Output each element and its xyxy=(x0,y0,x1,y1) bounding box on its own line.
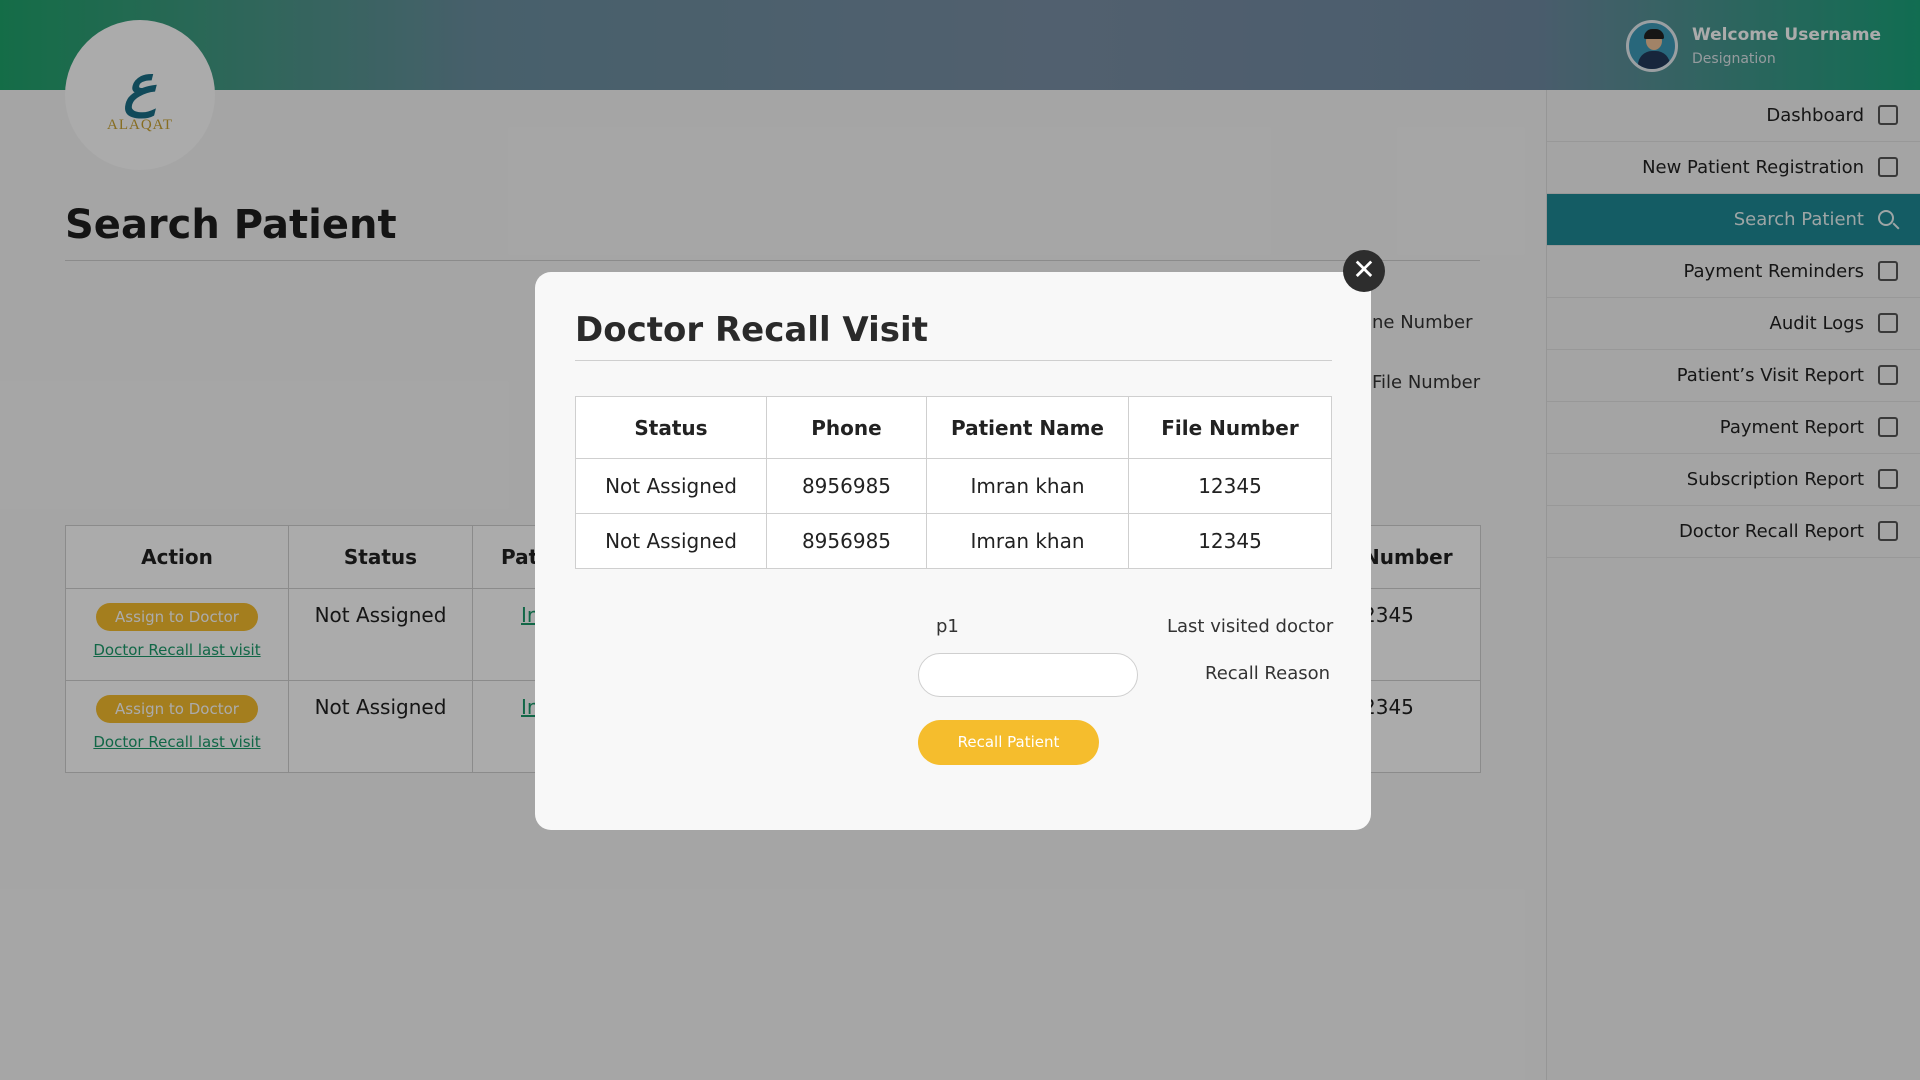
table-row[interactable]: Not Assigned 8956985 Imran khan 12345 xyxy=(575,458,1332,514)
close-icon[interactable]: ✕ xyxy=(1343,250,1385,292)
last-visited-doctor-label: Last visited doctor xyxy=(1167,616,1334,637)
modal-divider xyxy=(575,360,1332,361)
recall-reason-label: Recall Reason xyxy=(1205,663,1331,684)
column-header-patient-name: Patient Name xyxy=(926,396,1129,459)
column-header-file-number: File Number xyxy=(1128,396,1332,459)
table-row[interactable]: Not Assigned 8956985 Imran khan 12345 xyxy=(575,513,1332,569)
file-number-cell: 12345 xyxy=(1128,458,1332,514)
doctor-recall-modal: Doctor Recall Visit Status Phone Patient… xyxy=(535,272,1371,830)
phone-cell: 8956985 xyxy=(766,458,927,514)
status-cell: Not Assigned xyxy=(575,513,767,569)
column-header-phone: Phone xyxy=(766,396,927,459)
recall-reason-input[interactable] xyxy=(918,653,1138,697)
status-cell: Not Assigned xyxy=(575,458,767,514)
phone-cell: 8956985 xyxy=(766,513,927,569)
patient-name-cell: Imran khan xyxy=(926,458,1129,514)
last-visited-doctor-value: p1 xyxy=(936,616,959,637)
modal-title: Doctor Recall Visit xyxy=(575,310,928,350)
recall-table: Status Phone Patient Name File Number No… xyxy=(575,396,1332,569)
recall-patient-button[interactable]: Recall Patient xyxy=(918,720,1099,765)
column-header-status: Status xyxy=(575,396,767,459)
file-number-cell: 12345 xyxy=(1128,513,1332,569)
patient-name-cell: Imran khan xyxy=(926,513,1129,569)
